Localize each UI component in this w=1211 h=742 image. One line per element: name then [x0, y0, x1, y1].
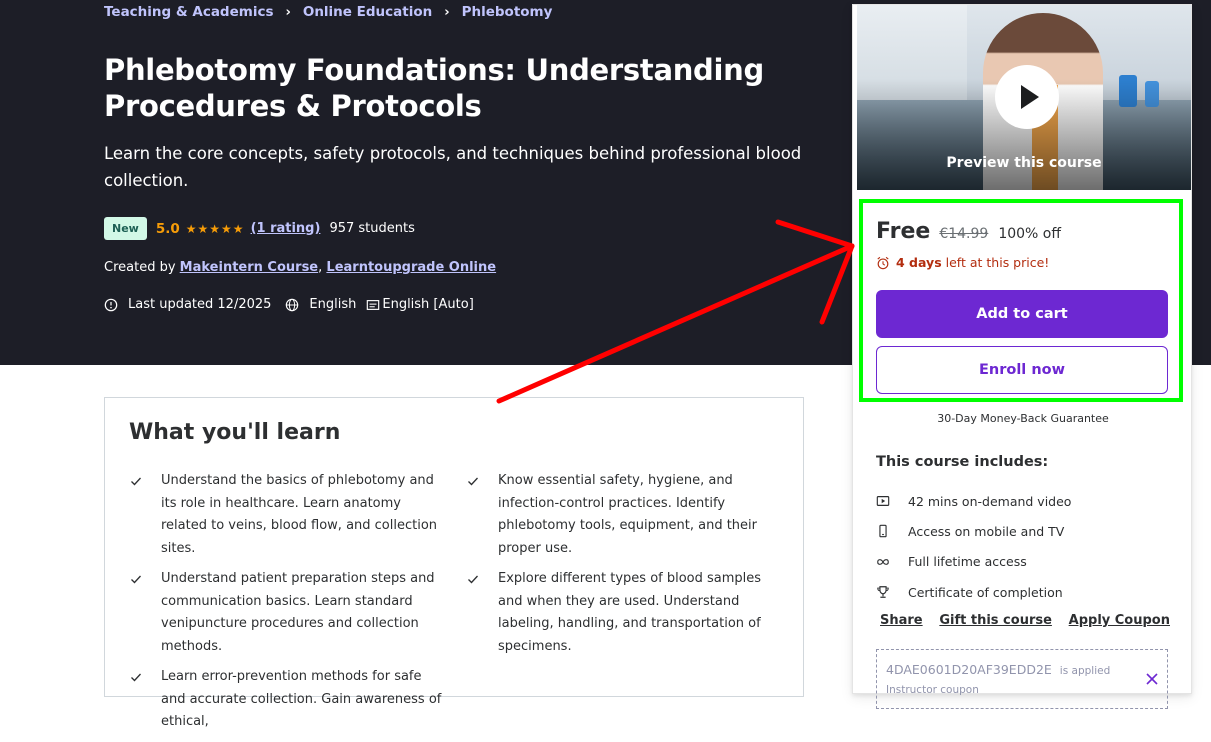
- video-icon: [876, 496, 890, 507]
- share-link[interactable]: Share: [880, 613, 923, 628]
- money-back-guarantee: 30-Day Money-Back Guarantee: [937, 412, 1109, 425]
- enroll-now-button[interactable]: Enroll now: [876, 346, 1168, 394]
- original-price: €14.99: [939, 226, 989, 242]
- gift-course-link[interactable]: Gift this course: [939, 613, 1052, 628]
- closed-captions-icon: [367, 299, 380, 310]
- includes-item: Access on mobile and TV: [876, 516, 1071, 546]
- instructor-link-makeintern[interactable]: Makeintern Course: [180, 260, 318, 275]
- check-icon: [131, 575, 141, 584]
- learn-item: Understand the basics of phlebotomy and …: [129, 470, 449, 560]
- last-updated: Last updated 12/2025: [128, 297, 272, 312]
- breadcrumb-link-online-education[interactable]: Online Education: [303, 4, 432, 20]
- coupon-type: Instructor coupon: [886, 684, 979, 696]
- course-title: Phlebotomy Foundations: Understanding Pr…: [104, 53, 764, 123]
- infinity-icon: [877, 558, 889, 565]
- purchase-sidebar: Preview this course Free €14.99 100% off…: [852, 4, 1192, 709]
- learn-item-text: Understand the basics of phlebotomy and …: [161, 473, 438, 556]
- play-icon[interactable]: [995, 65, 1059, 129]
- rating-row: New 5.0 ★★★★★ (1 rating) 957 students: [104, 217, 415, 240]
- breadcrumb-link-teaching[interactable]: Teaching & Academics: [104, 4, 273, 20]
- instructor-link-learntoupgrade[interactable]: Learntoupgrade Online: [326, 260, 496, 275]
- price-timer: 4 days left at this price!: [876, 255, 1049, 270]
- instructor-separator: ,: [318, 260, 323, 275]
- includes-text: 42 mins on-demand video: [908, 493, 1072, 509]
- includes-item: 42 mins on-demand video: [876, 486, 1071, 516]
- coupon-code-line: 4DAE0601D20AF39EDD2E is applied: [886, 662, 1110, 677]
- trophy-icon: [877, 586, 889, 598]
- what-youll-learn-heading: What you'll learn: [129, 420, 341, 445]
- breadcrumb-link-phlebotomy[interactable]: Phlebotomy: [462, 4, 553, 20]
- check-icon: [468, 477, 478, 486]
- preview-label: Preview this course: [946, 155, 1102, 171]
- created-by: Created by Makeintern Course, Learntoupg…: [104, 260, 496, 275]
- coupon-applied-text: is applied: [1059, 665, 1111, 677]
- course-language: English: [309, 297, 357, 312]
- timer-days: 4 days: [896, 255, 942, 270]
- check-icon: [468, 575, 478, 584]
- timer-text: left at this price!: [945, 255, 1050, 270]
- applied-coupon: 4DAE0601D20AF39EDD2E is applied Instruct…: [876, 649, 1168, 709]
- current-price: Free: [876, 219, 931, 244]
- sidebar-links: Share Gift this course Apply Coupon: [880, 613, 1170, 628]
- learn-item-text: Know essential safety, hygiene, and infe…: [498, 473, 757, 556]
- alarm-clock-icon: [877, 256, 889, 269]
- chevron-right-icon: ›: [285, 4, 291, 20]
- rating-value: 5.0: [155, 220, 180, 237]
- student-count: 957 students: [329, 221, 415, 236]
- includes-heading: This course includes:: [876, 454, 1049, 470]
- learn-item-text: Understand patient preparation steps and…: [161, 571, 435, 654]
- close-icon[interactable]: [1145, 672, 1159, 686]
- learn-column-left: Understand the basics of phlebotomy and …: [129, 470, 449, 742]
- mobile-icon: [879, 525, 887, 538]
- course-subtitle: Learn the core concepts, safety protocol…: [104, 144, 802, 190]
- includes-text: Certificate of completion: [908, 584, 1063, 600]
- star-rating-icon: ★★★★★: [185, 221, 245, 236]
- discount-percent: 100% off: [998, 226, 1061, 242]
- apply-coupon-link[interactable]: Apply Coupon: [1069, 613, 1170, 628]
- price-row: Free €14.99 100% off: [876, 219, 1061, 244]
- learn-item: Explore different types of blood samples…: [466, 568, 786, 658]
- course-preview-video[interactable]: Preview this course: [857, 5, 1191, 190]
- includes-item: Full lifetime access: [876, 547, 1071, 577]
- what-youll-learn-box: What you'll learn Understand the basics …: [104, 397, 804, 729]
- check-icon: [131, 477, 141, 486]
- globe-icon: [286, 298, 299, 311]
- add-to-cart-button[interactable]: Add to cart: [876, 290, 1168, 338]
- chevron-right-icon: ›: [444, 4, 450, 20]
- includes-item: Certificate of completion: [876, 577, 1071, 607]
- learn-item: Know essential safety, hygiene, and infe…: [466, 470, 786, 560]
- learn-column-right: Know essential safety, hygiene, and infe…: [466, 470, 786, 666]
- rating-count-link[interactable]: (1 rating): [251, 221, 321, 236]
- new-badge: New: [104, 217, 147, 240]
- learn-item: Understand patient preparation steps and…: [129, 568, 449, 658]
- includes-text: Full lifetime access: [908, 554, 1027, 570]
- learn-item-text: Learn error-prevention methods for safe …: [161, 669, 442, 729]
- breadcrumb: Teaching & Academics › Online Education …: [104, 4, 552, 20]
- includes-list: 42 mins on-demand video Access on mobile…: [876, 486, 1071, 607]
- check-icon: [131, 673, 141, 682]
- includes-text: Access on mobile and TV: [908, 523, 1065, 539]
- coupon-code: 4DAE0601D20AF39EDD2E: [886, 662, 1052, 677]
- alert-badge-icon: [104, 298, 118, 311]
- created-by-label: Created by: [104, 260, 176, 275]
- learn-item-text: Explore different types of blood samples…: [498, 571, 762, 654]
- course-captions: English [Auto]: [382, 297, 474, 312]
- learn-item: Learn error-prevention methods for safe …: [129, 666, 449, 734]
- course-meta: Last updated 12/2025 English English [Au…: [104, 297, 488, 312]
